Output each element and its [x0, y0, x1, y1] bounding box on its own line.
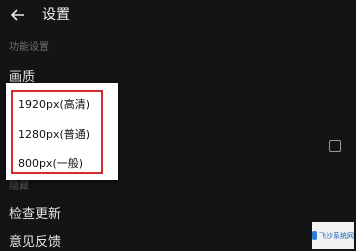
setting-checkbox[interactable] [329, 140, 341, 152]
watermark-logo-icon [312, 231, 317, 240]
site-watermark: 飞沙系统网 [312, 222, 354, 249]
top-bar: 设置 [0, 0, 356, 30]
check-update-setting[interactable]: 检查更新 [9, 203, 61, 222]
page-title: 设置 [42, 7, 70, 23]
options-highlight-box [11, 90, 103, 174]
section-title: 功能设置 [9, 42, 49, 53]
feedback-setting[interactable]: 意见反馈 [9, 231, 61, 250]
watermark-text: 飞沙系统网 [319, 231, 354, 240]
arrow-left-icon [11, 9, 24, 21]
back-button[interactable] [8, 5, 28, 25]
